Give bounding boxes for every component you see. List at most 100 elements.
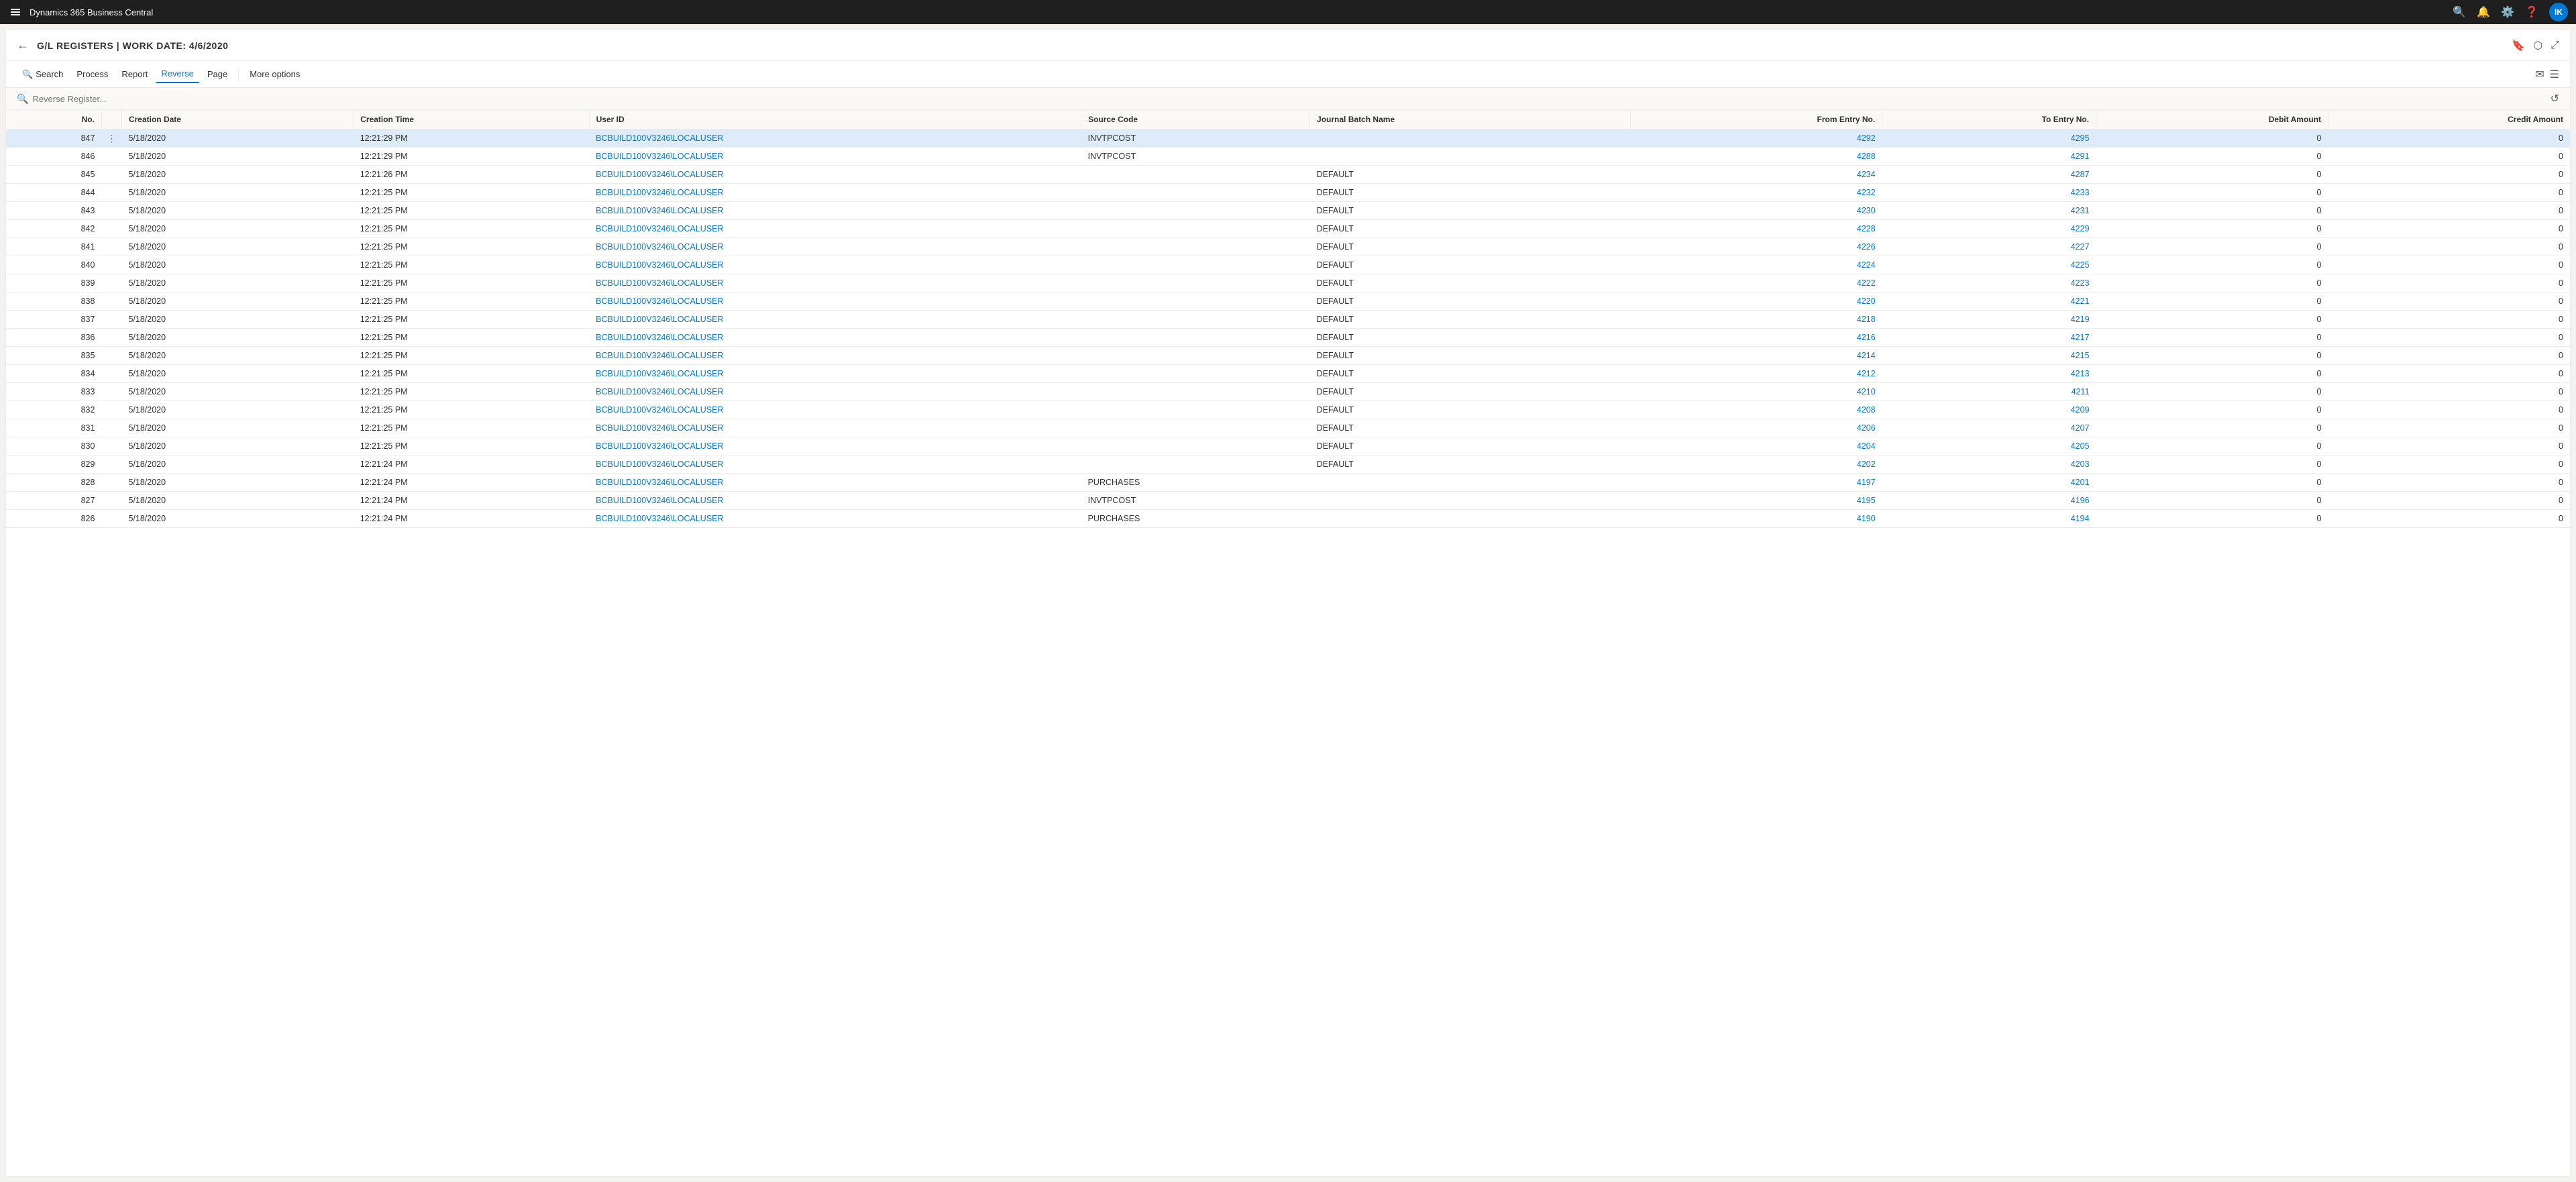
cell-from-entry[interactable]: 4190	[1630, 510, 1882, 528]
user-id-link[interactable]: BCBUILD100V3246\LOCALUSER	[596, 206, 723, 215]
clear-filter-icon[interactable]: ↺	[2551, 92, 2559, 105]
table-row[interactable]: 8445/18/202012:21:25 PMBCBUILD100V3246\L…	[6, 184, 2570, 202]
filter-icon[interactable]: ✉	[2535, 68, 2544, 81]
from-entry-link[interactable]: 4212	[1857, 369, 1876, 378]
table-row[interactable]: 8415/18/202012:21:25 PMBCBUILD100V3246\L…	[6, 238, 2570, 256]
cell-to-entry[interactable]: 4194	[1882, 510, 2096, 528]
cell-row-menu[interactable]	[101, 256, 121, 274]
from-entry-link[interactable]: 4226	[1857, 242, 1876, 252]
to-entry-link[interactable]: 4215	[2071, 351, 2090, 360]
table-row[interactable]: 8305/18/202012:21:25 PMBCBUILD100V3246\L…	[6, 437, 2570, 455]
cell-row-menu[interactable]	[101, 401, 121, 419]
cell-user-id[interactable]: BCBUILD100V3246\LOCALUSER	[589, 220, 1081, 238]
cell-user-id[interactable]: BCBUILD100V3246\LOCALUSER	[589, 274, 1081, 292]
to-entry-link[interactable]: 4211	[2072, 387, 2090, 396]
table-row[interactable]: 847⋮5/18/202012:21:29 PMBCBUILD100V3246\…	[6, 129, 2570, 148]
bookmark-icon[interactable]: 🔖	[2512, 39, 2525, 52]
table-row[interactable]: 8425/18/202012:21:25 PMBCBUILD100V3246\L…	[6, 220, 2570, 238]
cell-user-id[interactable]: BCBUILD100V3246\LOCALUSER	[589, 383, 1081, 401]
from-entry-link[interactable]: 4224	[1857, 260, 1876, 270]
to-entry-link[interactable]: 4225	[2071, 260, 2090, 270]
from-entry-link[interactable]: 4208	[1857, 405, 1876, 415]
col-header-journal-batch[interactable]: Journal Batch Name	[1310, 110, 1631, 129]
from-entry-link[interactable]: 4195	[1857, 496, 1876, 505]
cell-from-entry[interactable]: 4210	[1630, 383, 1882, 401]
waffle-menu-icon[interactable]	[8, 6, 23, 18]
from-entry-link[interactable]: 4206	[1857, 423, 1876, 433]
cell-to-entry[interactable]: 4203	[1882, 455, 2096, 474]
cell-row-menu[interactable]	[101, 419, 121, 437]
process-button[interactable]: Process	[71, 66, 113, 83]
notifications-icon[interactable]: 🔔	[2477, 5, 2490, 19]
cell-row-menu[interactable]	[101, 455, 121, 474]
user-id-link[interactable]: BCBUILD100V3246\LOCALUSER	[596, 278, 723, 288]
table-row[interactable]: 8405/18/202012:21:25 PMBCBUILD100V3246\L…	[6, 256, 2570, 274]
cell-from-entry[interactable]: 4202	[1630, 455, 1882, 474]
cell-user-id[interactable]: BCBUILD100V3246\LOCALUSER	[589, 148, 1081, 166]
cell-row-menu[interactable]	[101, 383, 121, 401]
from-entry-link[interactable]: 4218	[1857, 315, 1876, 324]
col-header-from-entry[interactable]: From Entry No.	[1630, 110, 1882, 129]
user-id-link[interactable]: BCBUILD100V3246\LOCALUSER	[596, 387, 723, 396]
cell-row-menu[interactable]	[101, 311, 121, 329]
page-button[interactable]: Page	[202, 66, 233, 83]
from-entry-link[interactable]: 4210	[1857, 387, 1876, 396]
to-entry-link[interactable]: 4229	[2071, 224, 2090, 233]
from-entry-link[interactable]: 4234	[1857, 170, 1876, 179]
user-id-link[interactable]: BCBUILD100V3246\LOCALUSER	[596, 496, 723, 505]
user-id-link[interactable]: BCBUILD100V3246\LOCALUSER	[596, 514, 723, 523]
cell-row-menu[interactable]	[101, 510, 121, 528]
user-id-link[interactable]: BCBUILD100V3246\LOCALUSER	[596, 333, 723, 342]
cell-to-entry[interactable]: 4227	[1882, 238, 2096, 256]
from-entry-link[interactable]: 4214	[1857, 351, 1876, 360]
from-entry-link[interactable]: 4216	[1857, 333, 1876, 342]
from-entry-link[interactable]: 4228	[1857, 224, 1876, 233]
cell-from-entry[interactable]: 4228	[1630, 220, 1882, 238]
col-header-credit[interactable]: Credit Amount	[2328, 110, 2570, 129]
from-entry-link[interactable]: 4222	[1857, 278, 1876, 288]
to-entry-link[interactable]: 4219	[2071, 315, 2090, 324]
cell-user-id[interactable]: BCBUILD100V3246\LOCALUSER	[589, 184, 1081, 202]
cell-to-entry[interactable]: 4223	[1882, 274, 2096, 292]
cell-to-entry[interactable]: 4205	[1882, 437, 2096, 455]
user-avatar[interactable]: IK	[2549, 3, 2568, 21]
cell-row-menu[interactable]	[101, 148, 121, 166]
from-entry-link[interactable]: 4292	[1857, 133, 1876, 143]
cell-from-entry[interactable]: 4234	[1630, 166, 1882, 184]
cell-user-id[interactable]: BCBUILD100V3246\LOCALUSER	[589, 401, 1081, 419]
cell-from-entry[interactable]: 4208	[1630, 401, 1882, 419]
to-entry-link[interactable]: 4213	[2071, 369, 2090, 378]
user-id-link[interactable]: BCBUILD100V3246\LOCALUSER	[596, 478, 723, 487]
cell-user-id[interactable]: BCBUILD100V3246\LOCALUSER	[589, 365, 1081, 383]
cell-to-entry[interactable]: 4295	[1882, 129, 2096, 148]
from-entry-link[interactable]: 4230	[1857, 206, 1876, 215]
cell-row-menu[interactable]	[101, 474, 121, 492]
to-entry-link[interactable]: 4209	[2071, 405, 2090, 415]
back-button[interactable]: ←	[17, 38, 29, 52]
reverse-register-search-input[interactable]	[32, 94, 233, 104]
search-nav-icon[interactable]: 🔍	[2453, 5, 2466, 19]
cell-to-entry[interactable]: 4221	[1882, 292, 2096, 311]
cell-row-menu[interactable]	[101, 220, 121, 238]
cell-user-id[interactable]: BCBUILD100V3246\LOCALUSER	[589, 455, 1081, 474]
cell-user-id[interactable]: BCBUILD100V3246\LOCALUSER	[589, 238, 1081, 256]
cell-from-entry[interactable]: 4292	[1630, 129, 1882, 148]
from-entry-link[interactable]: 4288	[1857, 152, 1876, 161]
to-entry-link[interactable]: 4233	[2071, 188, 2090, 197]
settings-icon[interactable]: ⚙️	[2501, 5, 2514, 19]
table-row[interactable]: 8265/18/202012:21:24 PMBCBUILD100V3246\L…	[6, 510, 2570, 528]
cell-user-id[interactable]: BCBUILD100V3246\LOCALUSER	[589, 129, 1081, 148]
cell-user-id[interactable]: BCBUILD100V3246\LOCALUSER	[589, 437, 1081, 455]
table-row[interactable]: 8365/18/202012:21:25 PMBCBUILD100V3246\L…	[6, 329, 2570, 347]
user-id-link[interactable]: BCBUILD100V3246\LOCALUSER	[596, 405, 723, 415]
table-row[interactable]: 8465/18/202012:21:29 PMBCBUILD100V3246\L…	[6, 148, 2570, 166]
cell-row-menu[interactable]	[101, 329, 121, 347]
cell-from-entry[interactable]: 4212	[1630, 365, 1882, 383]
table-row[interactable]: 8325/18/202012:21:25 PMBCBUILD100V3246\L…	[6, 401, 2570, 419]
user-id-link[interactable]: BCBUILD100V3246\LOCALUSER	[596, 242, 723, 252]
user-id-link[interactable]: BCBUILD100V3246\LOCALUSER	[596, 188, 723, 197]
user-id-link[interactable]: BCBUILD100V3246\LOCALUSER	[596, 297, 723, 306]
to-entry-link[interactable]: 4223	[2071, 278, 2090, 288]
more-options-button[interactable]: More options	[244, 66, 305, 83]
to-entry-link[interactable]: 4295	[2071, 133, 2090, 143]
